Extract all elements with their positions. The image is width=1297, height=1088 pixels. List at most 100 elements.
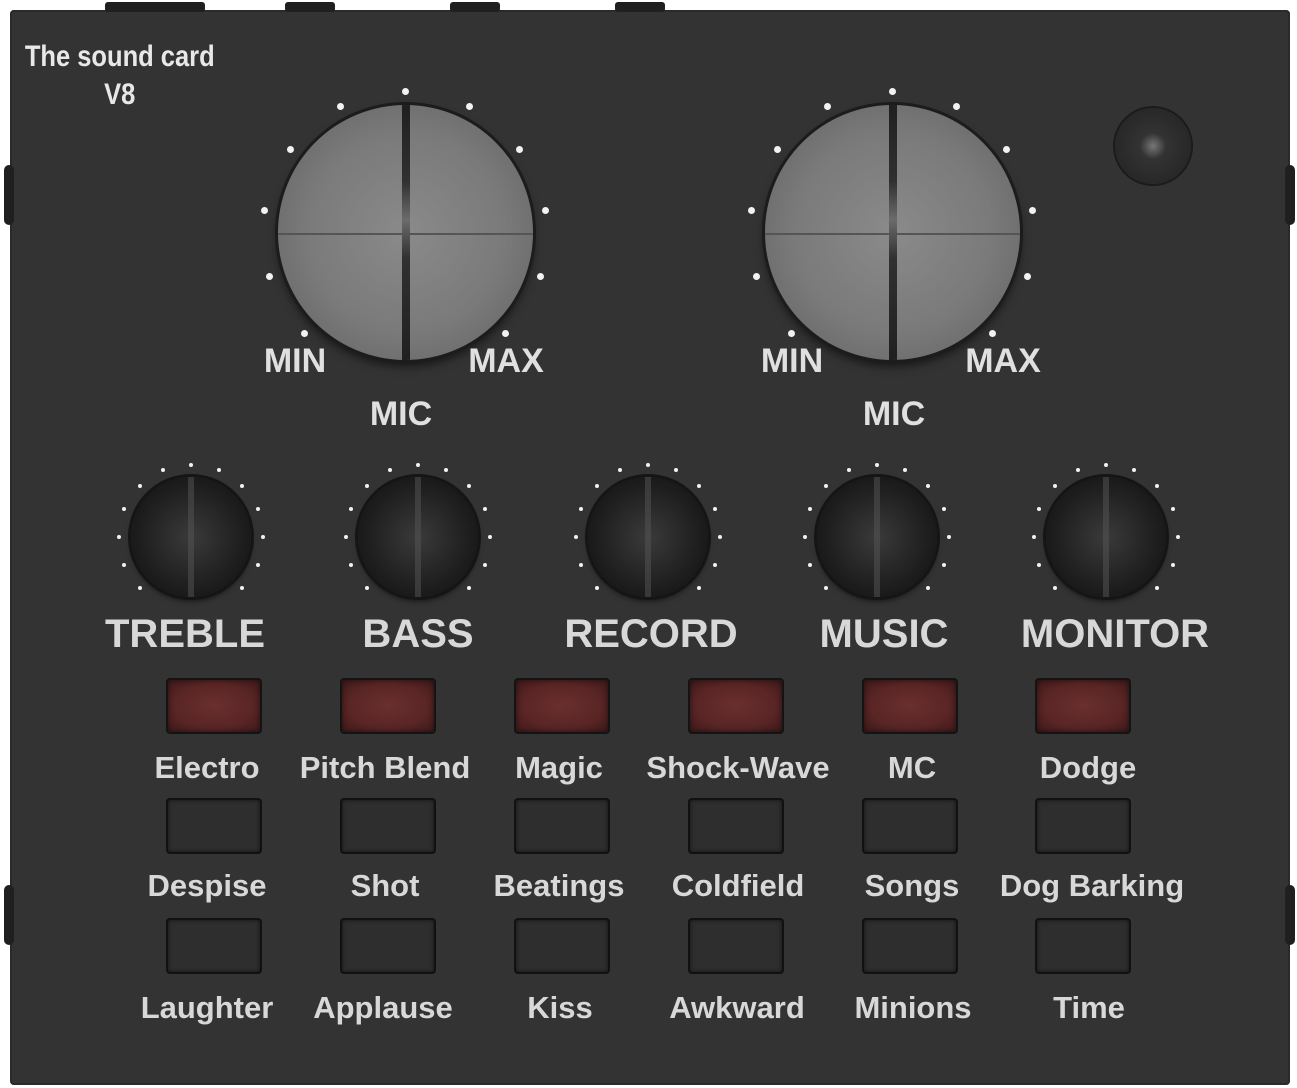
- scale-dot: [261, 535, 265, 539]
- scale-dot: [189, 463, 193, 467]
- scale-dot: [536, 273, 544, 281]
- record-knob[interactable]: [588, 477, 708, 597]
- mic-knob-2[interactable]: [765, 105, 1020, 360]
- knob-indicator: [188, 477, 194, 597]
- scale-dot: [138, 585, 143, 590]
- scale-dot: [888, 87, 896, 95]
- awkward-label: Awkward: [669, 990, 805, 1025]
- scale-dot: [117, 535, 121, 539]
- brand-title: The sound card V8: [5, 38, 215, 114]
- bass-label: BASS: [362, 612, 474, 656]
- top-port: [285, 2, 335, 12]
- applause-button[interactable]: [342, 920, 434, 972]
- dog-barking-label: Dog Barking: [999, 868, 1185, 903]
- scale-dot: [466, 484, 471, 489]
- shock-wave-label: Shock-Wave: [646, 750, 830, 785]
- scale-dot: [1053, 585, 1058, 590]
- treble-knob[interactable]: [131, 477, 251, 597]
- scale-dot: [482, 562, 487, 567]
- scale-dot: [301, 329, 309, 337]
- magic-button[interactable]: [516, 680, 608, 732]
- dodge-button[interactable]: [1037, 680, 1129, 732]
- bass-knob[interactable]: [358, 477, 478, 597]
- microphone-jack[interactable]: [1115, 108, 1191, 184]
- knob-texture: [765, 232, 1020, 235]
- applause-label: Applause: [313, 990, 453, 1025]
- scale-dot: [824, 102, 832, 110]
- scale-dot: [239, 585, 244, 590]
- pitch-blend-label: Pitch Blend: [299, 750, 471, 785]
- scale-dot: [255, 562, 260, 567]
- scale-dot: [952, 102, 960, 110]
- awkward-button[interactable]: [690, 920, 782, 972]
- top-port: [450, 2, 500, 12]
- scale-dot: [925, 484, 930, 489]
- beatings-button[interactable]: [516, 800, 608, 852]
- scale-dot: [646, 463, 650, 467]
- mc-button[interactable]: [864, 680, 956, 732]
- scale-dot: [1170, 562, 1175, 567]
- music-knob[interactable]: [817, 477, 937, 597]
- scale-dot: [488, 535, 492, 539]
- kiss-label: Kiss: [527, 990, 593, 1025]
- brand-name: The sound card: [24, 40, 215, 73]
- scale-dot: [541, 207, 549, 215]
- scale-dot: [773, 146, 781, 154]
- side-clip: [1285, 885, 1295, 945]
- shot-button[interactable]: [342, 800, 434, 852]
- laughter-button[interactable]: [168, 920, 260, 972]
- scale-dot: [595, 585, 600, 590]
- minions-button[interactable]: [864, 920, 956, 972]
- scale-dot: [344, 535, 348, 539]
- kiss-button[interactable]: [516, 920, 608, 972]
- top-port: [105, 2, 205, 12]
- songs-label: Songs: [864, 868, 960, 903]
- scale-dot: [947, 535, 951, 539]
- scale-dot: [696, 585, 701, 590]
- scale-dot: [286, 146, 294, 154]
- mic-knob-1-label: MIC: [369, 395, 433, 433]
- scale-dot: [696, 484, 701, 489]
- mic-knob-1[interactable]: [278, 105, 533, 360]
- scale-dot: [941, 562, 946, 567]
- record-label: RECORD: [564, 612, 738, 656]
- scale-dot: [337, 102, 345, 110]
- scale-dot: [466, 585, 471, 590]
- scale-dot: [925, 585, 930, 590]
- treble-label: TREBLE: [105, 612, 265, 656]
- scale-dot: [1104, 463, 1108, 467]
- mic-knob-2-max-label: MAX: [965, 342, 1041, 380]
- knob-indicator: [1103, 477, 1109, 597]
- despise-button[interactable]: [168, 800, 260, 852]
- scale-dot: [401, 87, 409, 95]
- electro-label: Electro: [154, 750, 260, 785]
- scale-dot: [574, 535, 578, 539]
- scale-dot: [1028, 207, 1036, 215]
- scale-dot: [824, 585, 829, 590]
- magic-label: Magic: [515, 750, 603, 785]
- knob-texture: [278, 232, 533, 235]
- scale-dot: [1176, 535, 1180, 539]
- scale-dot: [788, 329, 796, 337]
- knob-indicator: [645, 477, 651, 597]
- mic-knob-1-max-label: MAX: [468, 342, 544, 380]
- time-button[interactable]: [1037, 920, 1129, 972]
- coldfield-button[interactable]: [690, 800, 782, 852]
- beatings-label: Beatings: [493, 868, 625, 903]
- dog-barking-button[interactable]: [1037, 800, 1129, 852]
- pitch-blend-button[interactable]: [342, 680, 434, 732]
- side-clip: [4, 165, 14, 225]
- scale-dot: [712, 562, 717, 567]
- shock-wave-button[interactable]: [690, 680, 782, 732]
- scale-dot: [988, 329, 996, 337]
- electro-button[interactable]: [168, 680, 260, 732]
- songs-button[interactable]: [864, 800, 956, 852]
- shot-label: Shot: [350, 868, 420, 903]
- mc-label: MC: [887, 750, 937, 785]
- mic-knob-1-min-label: MIN: [263, 342, 327, 380]
- monitor-knob[interactable]: [1046, 477, 1166, 597]
- minions-label: Minions: [854, 990, 972, 1025]
- scale-dot: [718, 535, 722, 539]
- knob-indicator: [415, 477, 421, 597]
- scale-dot: [1154, 484, 1159, 489]
